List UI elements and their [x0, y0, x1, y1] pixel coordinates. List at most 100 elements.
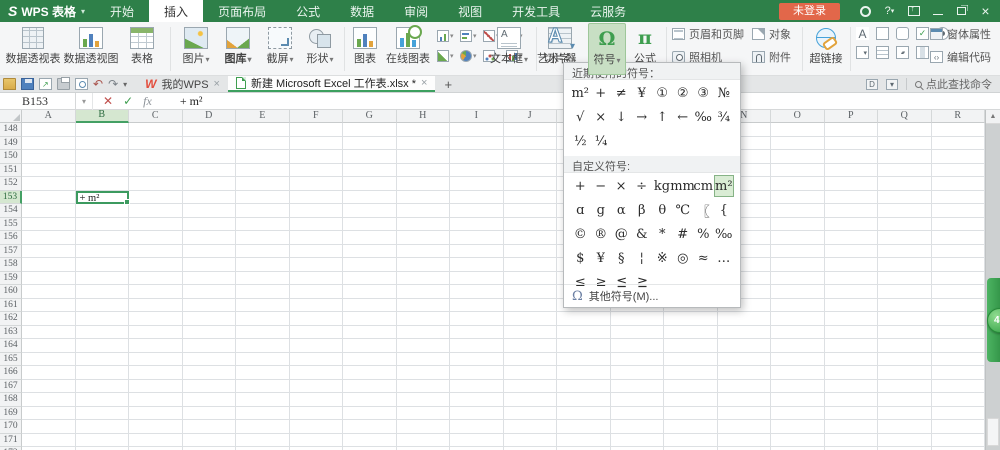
cell-R158[interactable] — [931, 258, 985, 272]
cell-Q164[interactable] — [878, 339, 932, 353]
cell-L164[interactable] — [610, 339, 664, 353]
cell-O161[interactable] — [771, 298, 825, 312]
cell-D151[interactable] — [182, 163, 236, 177]
cell-G167[interactable] — [343, 379, 397, 393]
menu-tab-数据[interactable]: 数据 — [335, 0, 389, 22]
cell-E148[interactable] — [236, 123, 290, 137]
cell-R152[interactable] — [931, 177, 985, 191]
object-button[interactable]: 对象 — [752, 26, 791, 42]
cell-P157[interactable] — [824, 244, 878, 258]
cell-P152[interactable] — [824, 177, 878, 191]
cell-I165[interactable] — [450, 352, 504, 366]
cancel-entry-icon[interactable]: ✕ — [103, 94, 113, 108]
cell-P153[interactable] — [824, 190, 878, 204]
cell-O156[interactable] — [771, 231, 825, 245]
symbol-§[interactable]: § — [611, 247, 632, 269]
cell-A149[interactable] — [22, 136, 76, 150]
cell-Q149[interactable] — [878, 136, 932, 150]
cell-E158[interactable] — [236, 258, 290, 272]
help-icon[interactable]: ? ▾ — [881, 3, 898, 20]
cell-L167[interactable] — [610, 379, 664, 393]
cell-F157[interactable] — [289, 244, 343, 258]
cell-Q169[interactable] — [878, 406, 932, 420]
symbol-‰[interactable]: ‰ — [714, 223, 735, 245]
row-header-148[interactable]: 148 — [0, 123, 22, 137]
row-header-162[interactable]: 162 — [0, 312, 22, 326]
feedback-icon[interactable] — [857, 3, 874, 20]
cell-G163[interactable] — [343, 325, 397, 339]
cell-E169[interactable] — [236, 406, 290, 420]
cell-R159[interactable] — [931, 271, 985, 285]
header-footer-button[interactable]: 页眉和页脚 — [672, 26, 744, 42]
cell-E155[interactable] — [236, 217, 290, 231]
menu-tab-插入[interactable]: 插入 — [149, 0, 204, 22]
cell-L162[interactable] — [610, 312, 664, 326]
cell-O168[interactable] — [771, 393, 825, 407]
cell-B166[interactable] — [75, 366, 129, 380]
cell-K166[interactable] — [557, 366, 611, 380]
symbol-g[interactable]: g — [591, 199, 612, 221]
symbol-{[interactable]: { — [714, 199, 735, 221]
cell-J156[interactable] — [503, 231, 557, 245]
cell-Q168[interactable] — [878, 393, 932, 407]
cell-B152[interactable] — [75, 177, 129, 191]
cell-O166[interactable] — [771, 366, 825, 380]
cell-J168[interactable] — [503, 393, 557, 407]
new-tab-button[interactable]: + — [435, 76, 461, 92]
cell-E160[interactable] — [236, 285, 290, 299]
cell-F155[interactable] — [289, 217, 343, 231]
cell-O148[interactable] — [771, 123, 825, 137]
cell-Q165[interactable] — [878, 352, 932, 366]
clipart-button[interactable]: 图库▾ — [218, 23, 258, 75]
cell-B156[interactable] — [75, 231, 129, 245]
cell-B164[interactable] — [75, 339, 129, 353]
cell-O155[interactable] — [771, 217, 825, 231]
cell-B168[interactable] — [75, 393, 129, 407]
column-header-E[interactable]: E — [236, 110, 290, 123]
menu-tab-开始[interactable]: 开始 — [95, 0, 149, 22]
selected-cell[interactable]: + m² — [75, 190, 130, 205]
cell-G162[interactable] — [343, 312, 397, 326]
cell-Q167[interactable] — [878, 379, 932, 393]
cell-F158[interactable] — [289, 258, 343, 272]
cell-Q162[interactable] — [878, 312, 932, 326]
cell-J153[interactable] — [503, 190, 557, 204]
scrollbar-thumb[interactable] — [987, 418, 999, 446]
cell-B160[interactable] — [75, 285, 129, 299]
cell-H170[interactable] — [396, 420, 450, 434]
symbol-θ[interactable]: θ — [652, 199, 673, 221]
cell-B155[interactable] — [75, 217, 129, 231]
cell-A165[interactable] — [22, 352, 76, 366]
cell-B163[interactable] — [75, 325, 129, 339]
cell-A161[interactable] — [22, 298, 76, 312]
cell-D157[interactable] — [182, 244, 236, 258]
cell-D168[interactable] — [182, 393, 236, 407]
column-header-J[interactable]: J — [503, 110, 557, 123]
cell-D165[interactable] — [182, 352, 236, 366]
row-header-167[interactable]: 167 — [0, 379, 22, 393]
menu-tab-云服务[interactable]: 云服务 — [575, 0, 641, 22]
cell-F170[interactable] — [289, 420, 343, 434]
cell-G149[interactable] — [343, 136, 397, 150]
cell-Q152[interactable] — [878, 177, 932, 191]
pivot-chart-button[interactable]: 数据透视图 — [62, 23, 120, 75]
cell-K168[interactable] — [557, 393, 611, 407]
promo-badge[interactable]: 47 — [987, 308, 1000, 333]
cell-B158[interactable] — [75, 258, 129, 272]
cell-D166[interactable] — [182, 366, 236, 380]
cell-A151[interactable] — [22, 163, 76, 177]
column-header-P[interactable]: P — [824, 110, 878, 123]
cell-B159[interactable] — [75, 271, 129, 285]
cell-C166[interactable] — [129, 366, 183, 380]
picture-button[interactable]: 图片▾ — [176, 23, 216, 75]
symbol-↑[interactable]: ↑ — [652, 106, 673, 128]
cell-E164[interactable] — [236, 339, 290, 353]
cell-K164[interactable] — [557, 339, 611, 353]
cell-K162[interactable] — [557, 312, 611, 326]
cell-D154[interactable] — [182, 204, 236, 218]
symbol-−[interactable]: − — [590, 175, 610, 197]
vertical-scrollbar[interactable]: ▲ 47 — [985, 110, 1000, 450]
cell-P155[interactable] — [824, 217, 878, 231]
cell-P159[interactable] — [824, 271, 878, 285]
cell-O169[interactable] — [771, 406, 825, 420]
